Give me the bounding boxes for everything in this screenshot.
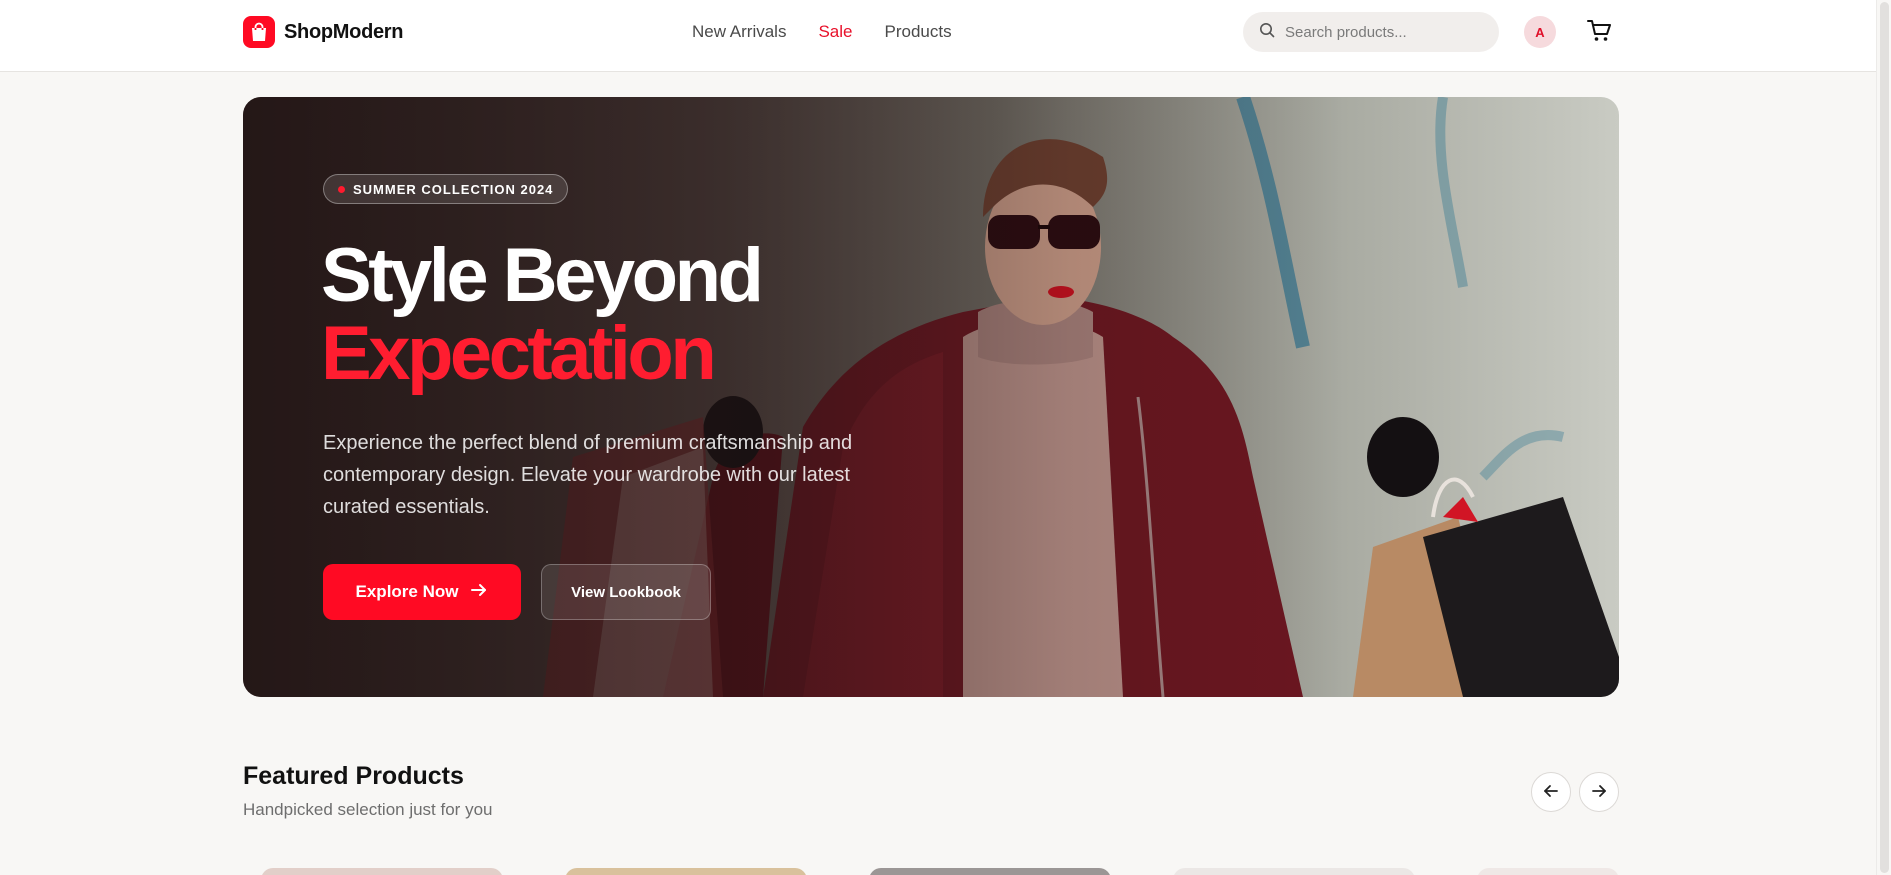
product-card[interactable] bbox=[565, 868, 807, 875]
collection-badge: SUMMER COLLECTION 2024 bbox=[323, 174, 569, 204]
badge-dot bbox=[338, 185, 345, 193]
arrow-left-icon bbox=[1542, 782, 1560, 803]
arrow-right-icon bbox=[470, 581, 488, 604]
headline-line2: Expectation bbox=[321, 311, 717, 396]
product-card[interactable] bbox=[1173, 868, 1415, 875]
product-card[interactable] bbox=[261, 868, 503, 875]
hero-banner: SUMMER COLLECTION 2024 Style Beyond Expe… bbox=[243, 97, 1619, 697]
headline-line1: Style Beyond bbox=[321, 233, 764, 318]
hero-description: Experience the perfect blend of premium … bbox=[323, 432, 853, 518]
badge-label: SUMMER COLLECTION 2024 bbox=[353, 181, 554, 197]
main-nav: New Arrivals Sale Products bbox=[692, 22, 952, 42]
product-card[interactable] bbox=[1477, 868, 1619, 875]
product-carousel bbox=[243, 868, 1619, 875]
search-box[interactable] bbox=[1243, 12, 1499, 52]
view-lookbook-button[interactable]: View Lookbook bbox=[541, 564, 711, 620]
search-input[interactable] bbox=[1285, 23, 1485, 41]
page: ShopModern New Arrivals Sale Products A bbox=[0, 0, 1891, 875]
brand-logo[interactable]: ShopModern bbox=[243, 16, 404, 48]
nav-products[interactable]: Products bbox=[885, 22, 952, 42]
shopping-bag-icon bbox=[243, 16, 275, 48]
featured-title: Featured Products bbox=[243, 762, 464, 790]
scrollbar[interactable] bbox=[1876, 0, 1891, 875]
featured-subtitle: Handpicked selection just for you bbox=[243, 800, 493, 819]
carousel-prev-button[interactable] bbox=[1531, 772, 1571, 812]
explore-now-button[interactable]: Explore Now bbox=[323, 564, 521, 620]
scrollbar-thumb[interactable] bbox=[1880, 2, 1889, 873]
cart-icon[interactable] bbox=[1586, 18, 1612, 44]
explore-now-label: Explore Now bbox=[355, 582, 459, 601]
nav-sale[interactable]: Sale bbox=[818, 22, 852, 42]
hero-headline: Style Beyond Expectation bbox=[321, 233, 764, 396]
brand-name: ShopModern bbox=[284, 20, 404, 43]
arrow-right-icon bbox=[1590, 782, 1608, 803]
nav-new-arrivals[interactable]: New Arrivals bbox=[692, 22, 786, 42]
avatar[interactable]: A bbox=[1524, 16, 1556, 48]
product-card[interactable] bbox=[869, 868, 1111, 875]
top-navbar: ShopModern New Arrivals Sale Products A bbox=[0, 0, 1891, 72]
search-icon bbox=[1259, 22, 1275, 43]
carousel-next-button[interactable] bbox=[1579, 772, 1619, 812]
